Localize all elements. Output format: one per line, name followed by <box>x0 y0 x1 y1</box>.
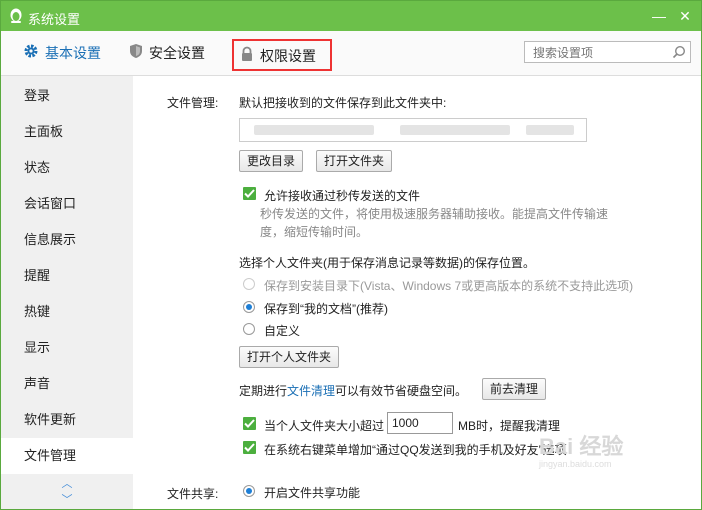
gear-icon <box>23 32 39 76</box>
path-redacted-block <box>400 125 510 135</box>
save-path-field[interactable] <box>239 118 587 142</box>
allow-flash-checkbox[interactable] <box>243 187 256 200</box>
sidebar-item-main-panel[interactable]: 主面板 <box>1 114 133 150</box>
cleanup-hint: 定期进行文件清理可以有效节省硬盘空间。 <box>239 382 467 399</box>
shield-icon <box>129 32 143 76</box>
file-share-section-label: 文件共享: <box>167 487 219 501</box>
option-custom-label: 自定义 <box>264 324 301 338</box>
baidu-jingyan-watermark: Bai 经验 jingyan.baidu.com <box>539 429 623 469</box>
size-reminder-label: 当个人文件夹大小超过 <box>264 419 385 433</box>
flash-description-line-1: 秒传发送的文件，将使用极速服务器辅助接收。能提高文件传输速 <box>260 207 609 221</box>
tab-basic-label: 基本设置 <box>45 45 101 61</box>
allow-flash-label: 允许接收通过秒传发送的文件 <box>264 189 421 203</box>
context-menu-label: 在系统右键菜单增加“通过QQ发送到我的手机及好友”选项 <box>264 443 567 457</box>
sidebar-item-status[interactable]: 状态 <box>1 150 133 186</box>
sidebar-item-sound[interactable]: 声音 <box>1 366 133 402</box>
cleanup-prefix: 定期进行 <box>239 384 288 398</box>
file-cleanup-link[interactable]: 文件清理 <box>287 384 335 398</box>
flash-description-line-2: 度，缩短传输时间。 <box>260 225 369 239</box>
open-personal-folder-button[interactable]: 打开个人文件夹 <box>239 346 340 368</box>
personal-folder-label: 选择个人文件夹(用于保存消息记录等数据)的保存位置。 <box>239 256 535 270</box>
go-cleanup-button[interactable]: 前去清理 <box>482 378 547 400</box>
window-title: 系统设置 <box>28 12 81 27</box>
option-install-dir-label: 保存到安装目录下(Vista、Windows 7或更高版本的系统不支持此选项) <box>264 279 634 293</box>
sidebar-item-reminder[interactable]: 提醒 <box>1 258 133 294</box>
settings-tab-bar: 基本设置 安全设置 权限设置 <box>1 31 701 76</box>
path-redacted-block <box>526 125 574 135</box>
radio-install-dir[interactable] <box>243 278 255 290</box>
watermark-url: jingyan.baidu.com <box>539 459 612 469</box>
option-my-documents-label: 保存到“我的文档”(推荐) <box>264 302 388 316</box>
sidebar-item-info-display[interactable]: 信息展示 <box>1 222 133 258</box>
settings-sidebar: 登录 主面板 状态 会话窗口 信息展示 提醒 热键 显示 声音 软件更新 文件管… <box>1 76 133 509</box>
file-management-section-label: 文件管理: <box>167 96 219 110</box>
scroll-down-icon[interactable]: ﹀ <box>59 494 75 506</box>
size-reminder-checkbox[interactable] <box>243 417 256 430</box>
scroll-up-icon[interactable]: ︿ <box>59 478 75 490</box>
radio-custom[interactable] <box>243 323 255 335</box>
tab-permission-settings[interactable]: 权限设置 <box>232 39 332 71</box>
lock-icon <box>240 42 254 72</box>
search-input[interactable] <box>531 44 665 62</box>
settings-search-box[interactable] <box>524 41 691 63</box>
tab-security-label: 安全设置 <box>149 45 205 61</box>
sidebar-item-hotkeys[interactable]: 热键 <box>1 294 133 330</box>
tab-basic-settings[interactable]: 基本设置 <box>23 31 101 75</box>
tab-security-settings[interactable]: 安全设置 <box>129 31 205 75</box>
close-button[interactable]: ✕ <box>675 6 695 26</box>
search-icon[interactable] <box>672 45 686 62</box>
save-path-label: 默认把接收到的文件保存到此文件夹中: <box>239 96 447 110</box>
cleanup-suffix: 可以有效节省硬盘空间。 <box>335 384 468 398</box>
radio-my-documents[interactable] <box>243 301 255 313</box>
watermark-text: Bai 经验 <box>539 434 624 459</box>
sidebar-item-display[interactable]: 显示 <box>1 330 133 366</box>
sidebar-item-chat-window[interactable]: 会话窗口 <box>1 186 133 222</box>
change-directory-button[interactable]: 更改目录 <box>239 150 304 172</box>
sidebar-item-login[interactable]: 登录 <box>1 78 133 114</box>
sidebar-item-file-management[interactable]: 文件管理 <box>1 438 133 474</box>
size-threshold-input[interactable]: 1000 <box>387 412 453 434</box>
sidebar-item-software-update[interactable]: 软件更新 <box>1 402 133 438</box>
context-menu-checkbox[interactable] <box>243 441 256 454</box>
enable-file-share-label: 开启文件共享功能 <box>264 486 361 500</box>
title-bar: 系统设置 — ✕ <box>1 1 701 31</box>
qq-penguin-icon <box>8 7 24 24</box>
settings-window: 系统设置 — ✕ 基本设置 安全设置 权限设置 登录 主 <box>0 0 702 510</box>
radio-enable-file-share[interactable] <box>243 485 255 497</box>
minimize-button[interactable]: — <box>649 6 669 26</box>
tab-permission-label: 权限设置 <box>260 48 316 64</box>
open-folder-button[interactable]: 打开文件夹 <box>316 150 393 172</box>
path-redacted-block <box>254 125 374 135</box>
